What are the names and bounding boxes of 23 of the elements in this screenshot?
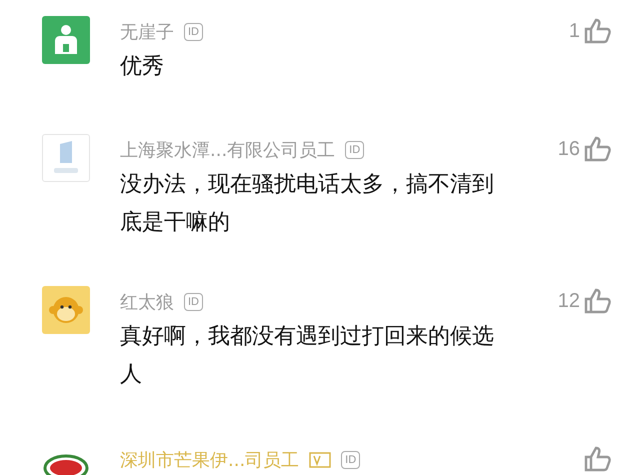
user-name[interactable]: 深圳市芒果伊...司员工 xyxy=(120,448,300,472)
id-badge: ID xyxy=(345,141,364,159)
logo-placeholder-icon xyxy=(51,140,81,176)
comment-text: 没办法，现在骚扰电话太多，搞不清到底是干嘛的 xyxy=(120,171,495,237)
like-count: 16 xyxy=(558,138,580,160)
thumbs-up-icon[interactable] xyxy=(584,136,612,162)
monkey-face-icon xyxy=(49,295,83,325)
comment-text: 真好啊，我都没有遇到过打回来的候选人 xyxy=(120,323,495,389)
verified-v-icon xyxy=(309,452,332,468)
like-count: 12 xyxy=(558,290,580,312)
like-count: 1 xyxy=(568,20,580,42)
brand-logo-icon xyxy=(43,453,89,475)
person-icon xyxy=(53,24,79,56)
thumbs-up-icon[interactable] xyxy=(584,18,612,44)
id-badge: ID xyxy=(341,451,360,469)
id-badge: ID xyxy=(184,293,203,311)
user-name[interactable]: 上海聚水潭...有限公司员工 xyxy=(120,138,336,162)
thumbs-up-icon[interactable] xyxy=(584,446,612,472)
id-badge: ID xyxy=(184,23,203,41)
comment-text: 优秀 xyxy=(120,53,165,81)
user-name[interactable]: 红太狼 xyxy=(120,290,174,314)
thumbs-up-icon[interactable] xyxy=(584,288,612,314)
user-name[interactable]: 无崖子 xyxy=(120,20,174,44)
